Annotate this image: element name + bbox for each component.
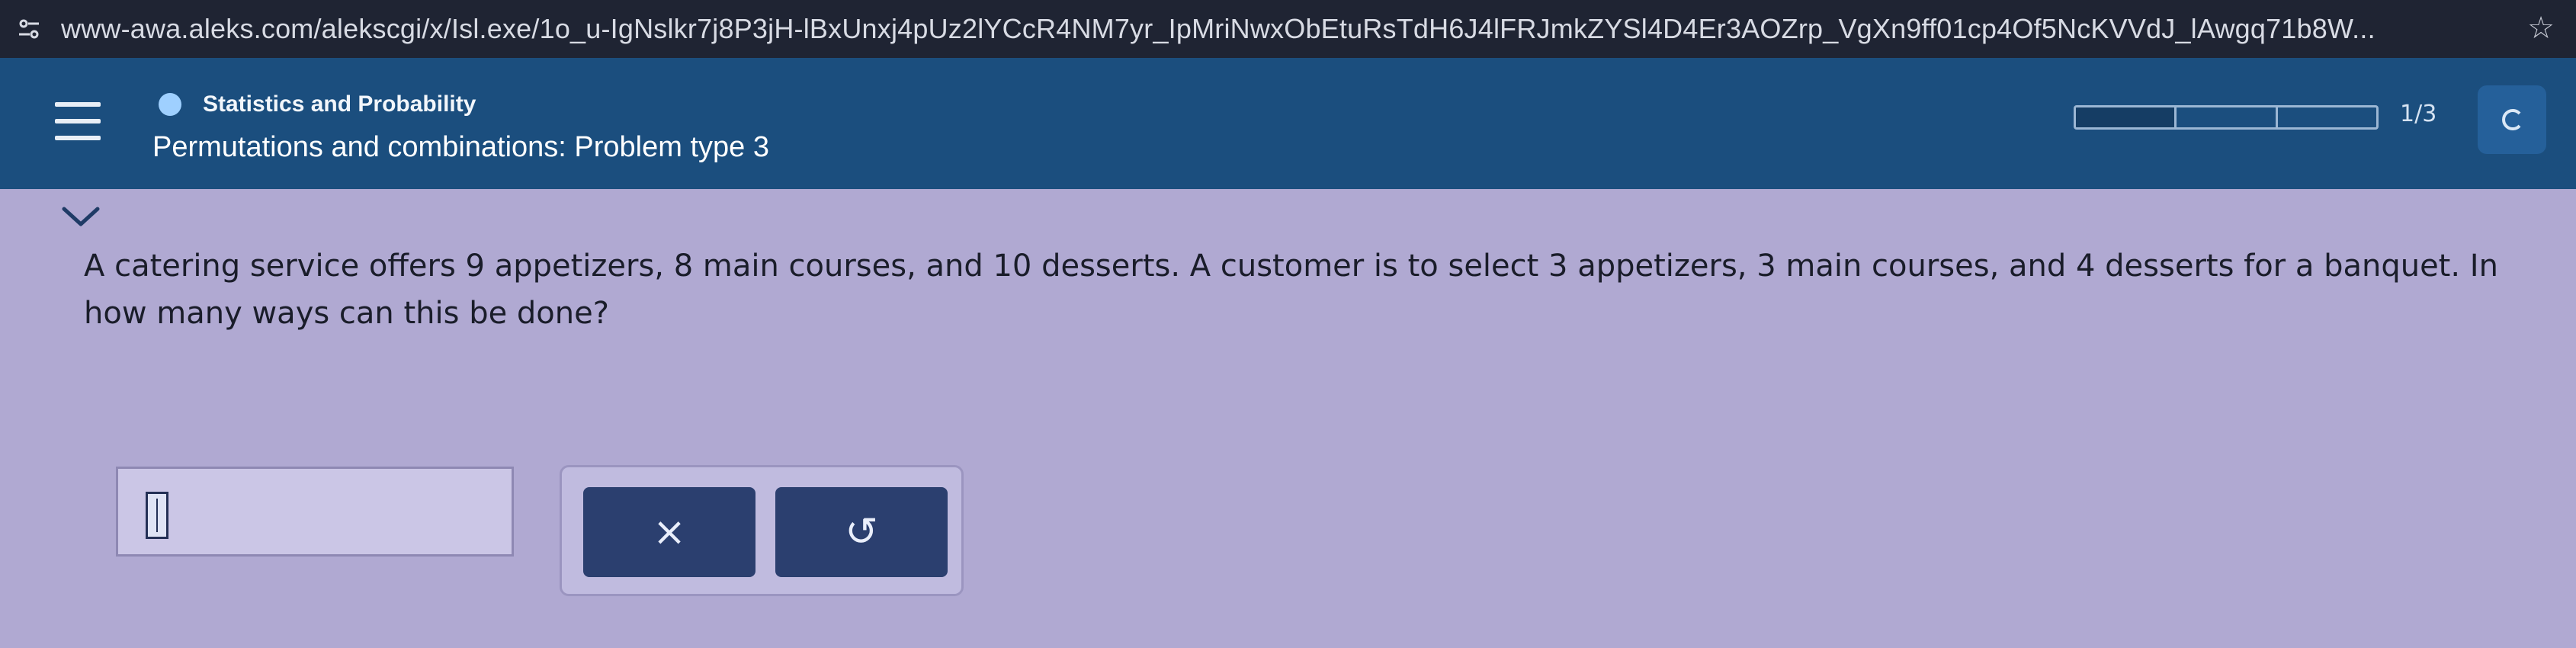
answer-tools-panel: × ↺ (560, 465, 964, 596)
progress-segment (2177, 107, 2278, 127)
hamburger-menu-icon[interactable] (55, 102, 101, 140)
subject-indicator-dot (159, 93, 181, 116)
header-action-button[interactable] (2478, 85, 2546, 154)
progress-segment (2278, 107, 2376, 127)
browser-address-bar[interactable]: www-awa.aleks.com/alekscgi/x/Isl.exe/1o_… (0, 0, 2576, 58)
subject-label: Statistics and Probability (203, 91, 476, 117)
search-icon (2502, 109, 2521, 130)
progress-bar (2074, 105, 2379, 130)
site-settings-icon[interactable] (14, 14, 44, 44)
subject-row: Statistics and Probability (159, 91, 476, 117)
clear-button[interactable]: × (583, 487, 755, 577)
question-text: A catering service offers 9 appetizers, … (84, 249, 2498, 331)
undo-button[interactable]: ↺ (775, 487, 948, 577)
url-text[interactable]: www-awa.aleks.com/alekscgi/x/Isl.exe/1o_… (61, 13, 2501, 45)
star-icon[interactable]: ☆ (2527, 11, 2555, 46)
answer-input[interactable] (116, 467, 514, 557)
topic-header: Statistics and Probability Permutations … (0, 58, 2576, 189)
close-icon: × (653, 509, 686, 555)
undo-icon: ↺ (845, 509, 878, 555)
progress-segment (2076, 107, 2177, 127)
topic-title: Permutations and combinations: Problem t… (152, 131, 769, 163)
chevron-down-icon[interactable] (59, 204, 105, 235)
progress-text: 1/3 (2400, 101, 2437, 127)
answer-entry-slot[interactable] (146, 492, 168, 539)
